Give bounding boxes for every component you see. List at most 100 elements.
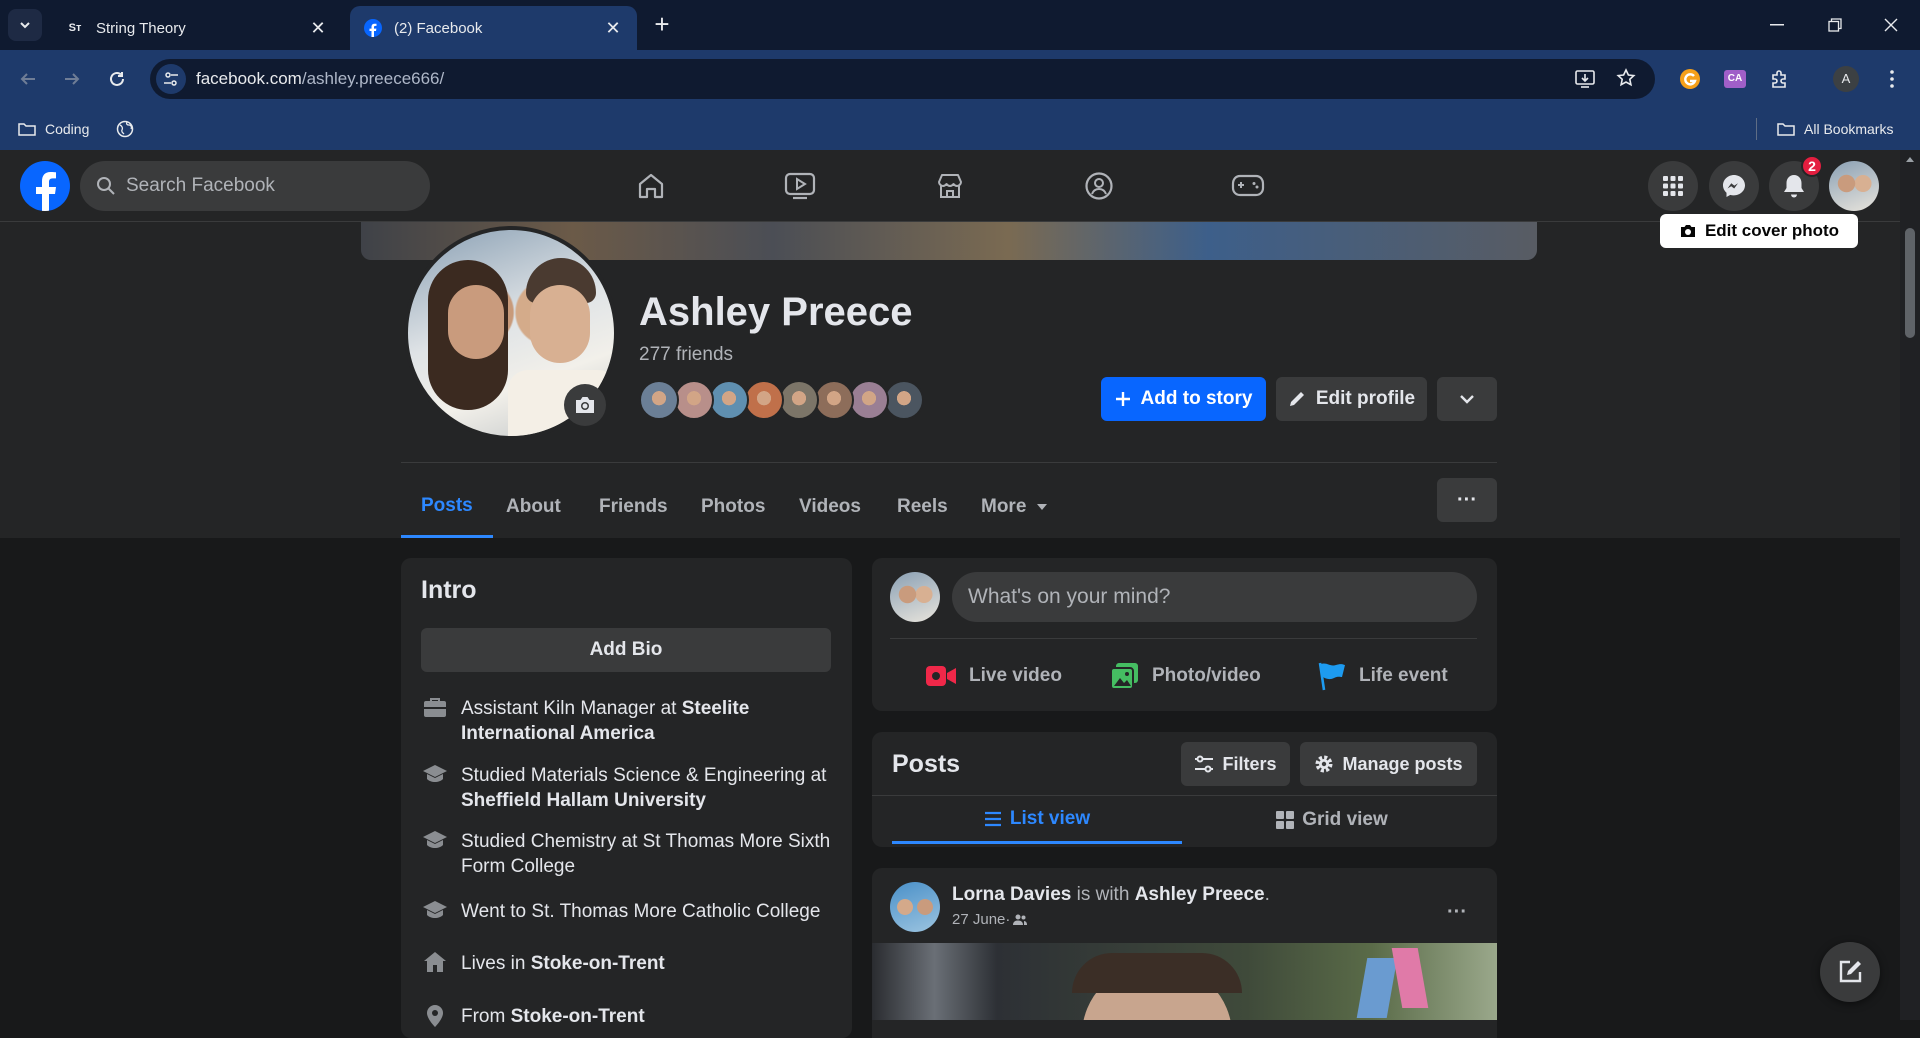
nav-marketplace[interactable]	[920, 164, 980, 208]
nav-watch[interactable]	[770, 164, 830, 208]
nav-home[interactable]	[621, 164, 681, 208]
search-input[interactable]	[126, 175, 386, 197]
profile-avatar-button[interactable]: A	[1830, 63, 1862, 95]
install-app-icon[interactable]	[1575, 69, 1597, 89]
scrollbar-thumb[interactable]	[1905, 228, 1915, 338]
post-photo[interactable]	[872, 943, 1497, 1020]
filters-button[interactable]: Filters	[1181, 742, 1290, 786]
update-profile-picture-button[interactable]	[564, 384, 606, 426]
friend-avatar[interactable]	[639, 380, 679, 420]
address-bar[interactable]: facebook.com/ashley.preece666/	[150, 59, 1655, 99]
page-scrollbar[interactable]	[1900, 150, 1920, 1020]
browser-tab-bar: Sᴛ String Theory ✕ (2) Facebook ✕ +	[0, 0, 1920, 50]
bell-icon	[1784, 175, 1804, 198]
tab-reels[interactable]: Reels	[877, 476, 968, 538]
messenger-button[interactable]	[1709, 161, 1759, 211]
all-bookmarks-button[interactable]: All Bookmarks	[1777, 116, 1893, 142]
add-bio-button[interactable]: Add Bio	[421, 628, 831, 672]
tab-photos[interactable]: Photos	[681, 476, 785, 538]
add-to-story-button[interactable]: Add to story	[1101, 377, 1266, 421]
facebook-logo[interactable]	[20, 161, 70, 211]
friend-avatar[interactable]	[849, 380, 889, 420]
tab-more[interactable]: More	[961, 476, 1068, 538]
filters-icon	[1195, 755, 1214, 773]
close-icon[interactable]: ✕	[308, 18, 328, 38]
browser-tab-facebook[interactable]: (2) Facebook ✕	[350, 6, 637, 50]
post-options-button[interactable]: ···	[1437, 892, 1477, 932]
tab-friends[interactable]: Friends	[579, 476, 688, 538]
site-settings-icon[interactable]	[156, 64, 186, 94]
star-icon[interactable]	[1616, 68, 1636, 88]
list-view-tab[interactable]: List view	[892, 796, 1182, 844]
live-video-button[interactable]: Live video	[925, 652, 1062, 700]
close-icon[interactable]: ✕	[603, 18, 623, 38]
url-text: facebook.com/ashley.preece666/	[196, 69, 444, 89]
forward-button[interactable]	[56, 63, 88, 95]
grid-view-tab[interactable]: Grid view	[1187, 796, 1477, 844]
photo-video-button[interactable]: Photo/video	[1110, 652, 1261, 700]
profile-more-options-button[interactable]: ···	[1437, 478, 1497, 522]
flag-icon	[1318, 662, 1345, 691]
messenger-icon	[1723, 175, 1745, 197]
restore-icon	[1828, 18, 1842, 32]
friend-avatar[interactable]	[744, 380, 784, 420]
notifications-button[interactable]: 2	[1769, 155, 1823, 211]
arrow-left-icon	[20, 73, 35, 85]
scroll-up-arrow-icon[interactable]	[1900, 152, 1920, 166]
live-video-label: Live video	[969, 665, 1062, 686]
minimize-button[interactable]	[1748, 0, 1806, 50]
puzzle-icon[interactable]	[1764, 63, 1796, 95]
ca-icon[interactable]: CA	[1719, 63, 1751, 95]
account-avatar[interactable]	[1829, 161, 1879, 211]
profile-initial: A	[1833, 66, 1859, 92]
nav-groups[interactable]	[1069, 164, 1129, 208]
tab-search-button[interactable]	[8, 9, 42, 41]
friend-avatar[interactable]	[884, 380, 924, 420]
new-tab-button[interactable]: +	[648, 10, 676, 38]
manage-posts-label: Manage posts	[1342, 753, 1463, 774]
whats-on-your-mind-input[interactable]: What's on your mind?	[952, 572, 1477, 622]
edit-profile-button[interactable]: Edit profile	[1276, 377, 1427, 421]
reload-button[interactable]	[101, 63, 133, 95]
friend-avatar[interactable]	[814, 380, 854, 420]
facebook-search[interactable]	[80, 161, 430, 211]
composer-avatar[interactable]	[890, 572, 940, 622]
browser-menu-button[interactable]	[1876, 63, 1908, 95]
post-author-avatar[interactable]	[890, 882, 940, 932]
graduation-cap-icon	[421, 829, 449, 857]
post-date[interactable]: 27 June	[952, 911, 1005, 928]
composer-card: What's on your mind? Live video Photo/vi…	[872, 558, 1497, 711]
post-author-line: Lorna Davies is with Ashley Preece.	[952, 884, 1270, 906]
tab-about[interactable]: About	[486, 476, 581, 538]
friend-avatar[interactable]	[709, 380, 749, 420]
new-message-button[interactable]	[1820, 942, 1880, 1002]
post-with-text: is with	[1071, 884, 1135, 905]
restore-button[interactable]	[1806, 0, 1864, 50]
tab-title: String Theory	[96, 19, 186, 37]
bookmark-coding[interactable]: Coding	[18, 116, 89, 142]
post-author-name[interactable]: Lorna Davies	[952, 884, 1071, 905]
photo-video-label: Photo/video	[1152, 665, 1261, 686]
intro-university-text: Studied Materials Science & Engineering …	[461, 765, 827, 811]
tab-posts[interactable]: Posts	[401, 476, 493, 538]
manage-posts-button[interactable]: Manage posts	[1300, 742, 1477, 786]
life-event-button[interactable]: Life event	[1317, 652, 1448, 700]
tab-more-label: More	[981, 496, 1027, 517]
friends-count[interactable]: 277 friends	[639, 344, 733, 366]
friends-icon[interactable]	[1012, 913, 1028, 927]
edit-cover-photo-button[interactable]: Edit cover photo	[1660, 214, 1858, 248]
friend-avatar[interactable]	[674, 380, 714, 420]
close-window-button[interactable]	[1862, 0, 1920, 50]
back-button[interactable]	[12, 63, 44, 95]
posts-title: Posts	[892, 750, 961, 778]
grammarly-icon[interactable]	[1674, 63, 1706, 95]
photo-icon	[1110, 663, 1138, 690]
nav-gaming[interactable]	[1218, 164, 1278, 208]
post-tagged-name[interactable]: Ashley Preece	[1135, 884, 1265, 905]
browser-tab-string-theory[interactable]: Sᴛ String Theory ✕	[52, 6, 342, 50]
bookmark-globe[interactable]	[116, 116, 134, 142]
menu-button[interactable]	[1648, 161, 1698, 211]
tab-videos[interactable]: Videos	[779, 476, 881, 538]
profile-dropdown-button[interactable]	[1437, 377, 1497, 421]
friend-avatar[interactable]	[779, 380, 819, 420]
